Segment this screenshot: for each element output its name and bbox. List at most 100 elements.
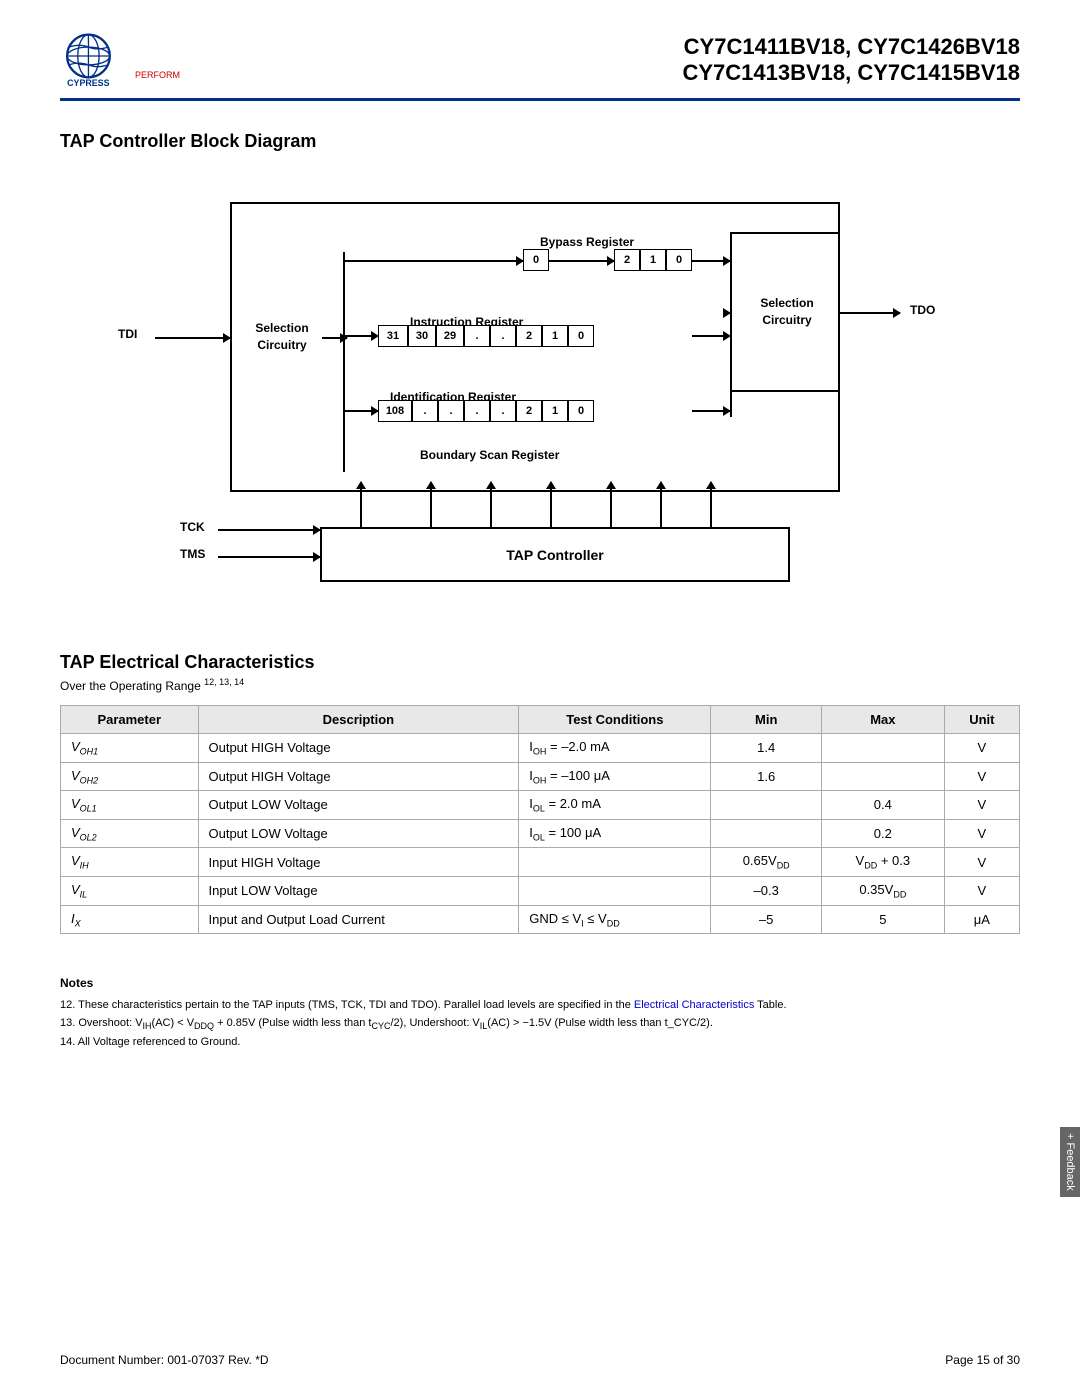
table-row: VOL1 Output LOW Voltage IOL = 2.0 mA 0.4… <box>61 791 1020 820</box>
notes-list: 12. These characteristics pertain to the… <box>60 997 1020 1051</box>
tap-controller-box: TAP Controller <box>320 527 790 582</box>
max-cell <box>821 734 944 763</box>
bypass-register-label: Bypass Register <box>540 235 634 249</box>
bypass-register-cells: 210 <box>614 249 692 271</box>
param-cell: VOL2 <box>61 819 199 848</box>
logo-area: CYPRESS PERFORM <box>60 30 180 90</box>
test-conditions-cell: IOH = –100 μA <box>519 762 711 791</box>
max-cell: 0.35VDD <box>821 876 944 905</box>
col-header-description: Description <box>198 706 519 734</box>
description-cell: Output LOW Voltage <box>198 791 519 820</box>
identification-register-cells: 108 . . . . 2 1 0 <box>378 400 594 422</box>
param-cell: VIH <box>61 848 199 877</box>
tap-up-arrow1 <box>360 482 362 527</box>
sc-right-to-tdo <box>840 312 900 314</box>
tdo-label: TDO <box>910 303 935 317</box>
vert-line-left <box>343 252 345 472</box>
perform-label: PERFORM <box>135 70 180 80</box>
ir-arrow-in <box>343 335 378 337</box>
vert-line-right <box>730 252 732 417</box>
notes-section: Notes 12. These characteristics pertain … <box>60 974 1020 1051</box>
description-cell: Input LOW Voltage <box>198 876 519 905</box>
col-header-min: Min <box>711 706 821 734</box>
notes-title: Notes <box>60 974 1020 993</box>
param-cell: VIL <box>61 876 199 905</box>
unit-cell: V <box>944 734 1019 763</box>
description-cell: Input and Output Load Current <box>198 905 519 934</box>
min-cell <box>711 819 821 848</box>
col-header-unit: Unit <box>944 706 1019 734</box>
tck-label: TCK <box>180 520 205 534</box>
max-cell: 0.2 <box>821 819 944 848</box>
description-cell: Input HIGH Voltage <box>198 848 519 877</box>
table-row: VOH1 Output HIGH Voltage IOH = –2.0 mA 1… <box>61 734 1020 763</box>
table-row: VIL Input LOW Voltage –0.3 0.35VDD V <box>61 876 1020 905</box>
tap-electrical-section: TAP Electrical Characteristics Over the … <box>60 652 1020 934</box>
tap-up-arrow2 <box>430 482 432 527</box>
unit-cell: V <box>944 762 1019 791</box>
bypass-single-cell: 0 <box>523 249 549 271</box>
tap-up-arrow6 <box>660 482 662 527</box>
param-cell: VOH2 <box>61 762 199 791</box>
tms-label: TMS <box>180 547 205 561</box>
unit-cell: V <box>944 791 1019 820</box>
table-row: VIH Input HIGH Voltage 0.65VDD VDD + 0.3… <box>61 848 1020 877</box>
table-row: VOH2 Output HIGH Voltage IOH = –100 μA 1… <box>61 762 1020 791</box>
block-diagram-title: TAP Controller Block Diagram <box>60 131 1020 152</box>
cypress-logo: CYPRESS <box>60 30 140 90</box>
svg-text:CYPRESS: CYPRESS <box>67 78 109 88</box>
test-conditions-cell: GND ≤ VI ≤ VDD <box>519 905 711 934</box>
bypass-single-arrow <box>343 260 523 262</box>
bypass-out-arrow <box>692 260 730 262</box>
unit-cell: V <box>944 848 1019 877</box>
description-cell: Output HIGH Voltage <box>198 734 519 763</box>
description-cell: Output HIGH Voltage <box>198 762 519 791</box>
param-cell: VOL1 <box>61 791 199 820</box>
max-cell: VDD + 0.3 <box>821 848 944 877</box>
col-header-max: Max <box>821 706 944 734</box>
header: CYPRESS PERFORM CY7C1411BV18, CY7C1426BV… <box>60 30 1020 101</box>
block-diagram-section: TAP Controller Block Diagram TDI Selecti… <box>60 131 1020 612</box>
test-conditions-cell: IOL = 2.0 mA <box>519 791 711 820</box>
feedback-button[interactable]: + Feedback <box>1060 1127 1080 1197</box>
tdi-label: TDI <box>118 327 137 341</box>
min-cell: 1.6 <box>711 762 821 791</box>
test-conditions-cell <box>519 876 711 905</box>
doc-number: Document Number: 001-07037 Rev. *D <box>60 1353 269 1367</box>
header-title-line1: CY7C1411BV18, CY7C1426BV18 <box>682 34 1020 60</box>
col-header-test-conditions: Test Conditions <box>519 706 711 734</box>
param-cell: VOH1 <box>61 734 199 763</box>
note-item: 13. Overshoot: VIH(AC) < VDDQ + 0.85V (P… <box>60 1015 1020 1034</box>
min-cell: –0.3 <box>711 876 821 905</box>
footer: Document Number: 001-07037 Rev. *D Page … <box>60 1353 1020 1367</box>
header-title-line2: CY7C1413BV18, CY7C1415BV18 <box>682 60 1020 86</box>
boundary-scan-label: Boundary Scan Register <box>420 448 559 462</box>
tap-up-arrow4 <box>550 482 552 527</box>
ir-out-arrow <box>692 335 730 337</box>
min-cell: –5 <box>711 905 821 934</box>
min-cell <box>711 791 821 820</box>
max-cell <box>821 762 944 791</box>
tap-up-arrow7 <box>710 482 712 527</box>
unit-cell: V <box>944 819 1019 848</box>
min-cell: 0.65VDD <box>711 848 821 877</box>
tap-subtitle: Over the Operating Range 12, 13, 14 <box>60 677 1020 693</box>
tms-arrow <box>218 556 320 558</box>
test-conditions-cell <box>519 848 711 877</box>
note-item: 12. These characteristics pertain to the… <box>60 997 1020 1015</box>
max-cell: 5 <box>821 905 944 934</box>
id-out-arrow <box>692 410 730 412</box>
tdi-arrow <box>155 337 230 339</box>
test-conditions-cell: IOH = –2.0 mA <box>519 734 711 763</box>
selection-circuitry-right-label: SelectionCircuitry <box>742 295 832 329</box>
tap-controller-label: TAP Controller <box>506 547 604 563</box>
electrical-char-link[interactable]: Electrical Characteristics <box>634 999 754 1011</box>
unit-cell: μA <box>944 905 1019 934</box>
param-cell: IX <box>61 905 199 934</box>
note-item: 14. All Voltage referenced to Ground. <box>60 1034 1020 1052</box>
unit-cell: V <box>944 876 1019 905</box>
test-conditions-cell: IOL = 100 μA <box>519 819 711 848</box>
tck-arrow <box>218 529 320 531</box>
col-header-parameter: Parameter <box>61 706 199 734</box>
table-row: VOL2 Output LOW Voltage IOL = 100 μA 0.2… <box>61 819 1020 848</box>
